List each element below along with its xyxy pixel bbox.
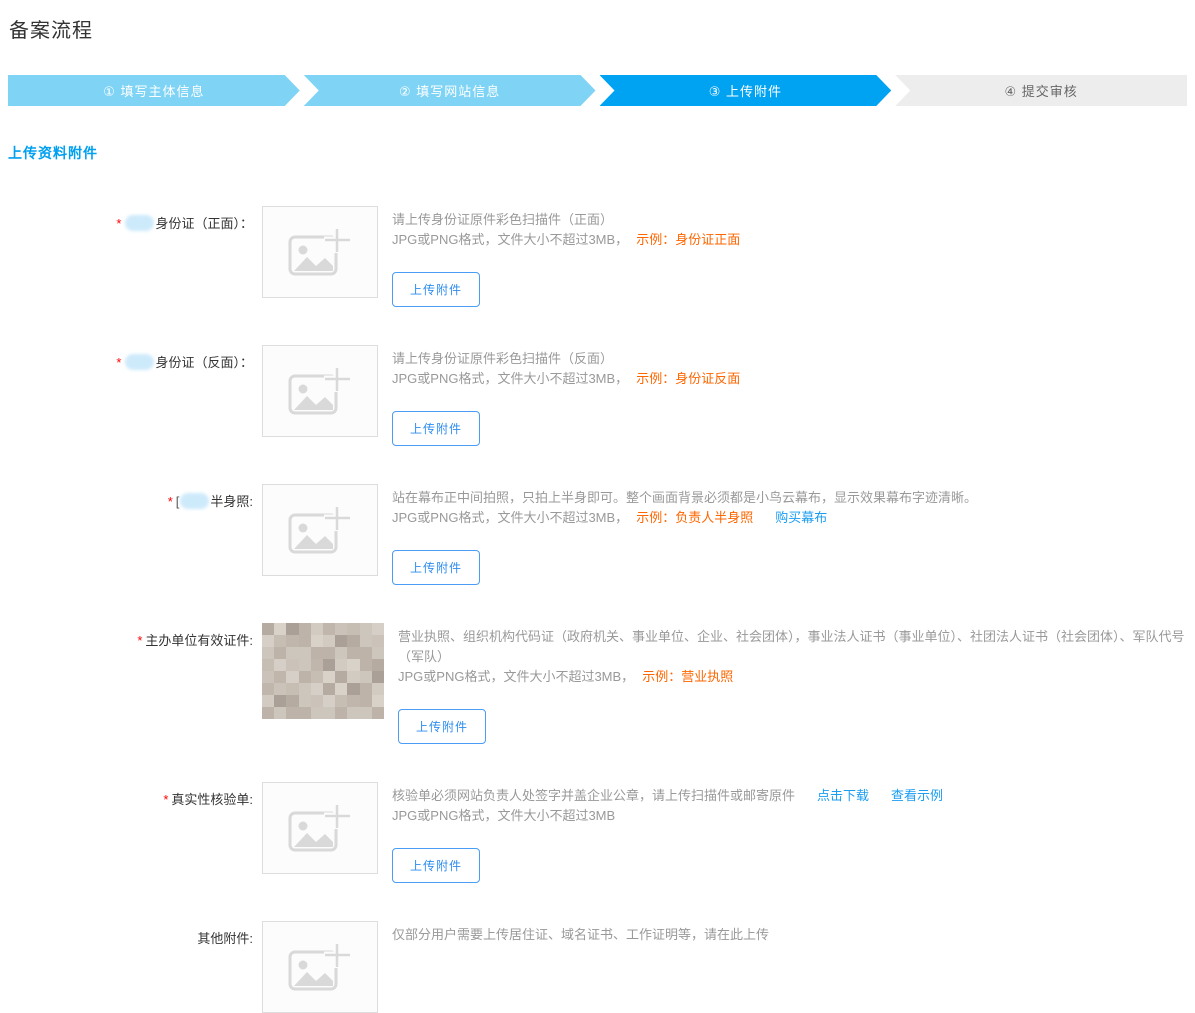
field-description: 请上传身份证原件彩色扫描件（正面） JPG或PNG格式，文件大小不超过3MB，示… xyxy=(392,206,740,307)
required-star: * xyxy=(137,633,142,648)
desc-line1: 核验单必须网站负责人处签字并盖企业公章，请上传扫描件或邮寄原件点击下载查看示例 xyxy=(392,786,943,806)
required-star: * xyxy=(116,355,121,370)
field-label: 主办单位有效证件: xyxy=(145,633,253,648)
redacted-name-blob xyxy=(180,493,209,509)
field-description: 请上传身份证原件彩色扫描件（反面） JPG或PNG格式，文件大小不超过3MB，示… xyxy=(392,345,740,446)
desc-line2: JPG或PNG格式，文件大小不超过3MB xyxy=(392,806,943,826)
image-plus-icon xyxy=(288,505,352,555)
upload-row: * 身份证（正面）： 请上传身份证原件彩色扫描件（正面） JPG或PNG格式，文件… xyxy=(0,206,1195,307)
upload-rows: * 身份证（正面）： 请上传身份证原件彩色扫描件（正面） JPG或PNG格式，文件… xyxy=(0,206,1195,1013)
desc-line2: JPG或PNG格式，文件大小不超过3MB，示例：负责人半身照购买幕布 xyxy=(392,508,977,528)
example-link[interactable]: 示例：身份证正面 xyxy=(636,232,740,247)
image-plus-icon xyxy=(288,803,352,853)
desc-line1: 请上传身份证原件彩色扫描件（正面） xyxy=(392,210,740,230)
field-description: 核验单必须网站负责人处签字并盖企业公章，请上传扫描件或邮寄原件点击下载查看示例 … xyxy=(392,782,943,883)
upload-row: *其他附件: 仅部分用户需要上传居住证、域名证书、工作证明等，请在此上传 xyxy=(0,921,1195,1013)
required-star: * xyxy=(168,494,173,509)
upload-row: *真实性核验单: 核验单必须网站负责人处签字并盖企业公章，请上传扫描件或邮寄原件… xyxy=(0,782,1195,883)
uploaded-document-preview xyxy=(262,623,384,719)
upload-button[interactable]: 上传附件 xyxy=(392,272,480,307)
upload-dropzone[interactable] xyxy=(262,782,378,874)
desc-line2: JPG或PNG格式，文件大小不超过3MB，示例：身份证反面 xyxy=(392,369,740,389)
image-plus-icon xyxy=(288,942,352,992)
field-description: 仅部分用户需要上传居住证、域名证书、工作证明等，请在此上传 xyxy=(392,921,769,945)
upload-dropzone[interactable] xyxy=(262,345,378,437)
icp-filing-page: { "page_title": "备案流程", "section_title":… xyxy=(0,14,1195,889)
field-label-wrap: *其他附件: xyxy=(0,921,253,947)
desc-line1: 营业执照、组织机构代码证（政府机关、事业单位、企业、社会团体），事业法人证书（事… xyxy=(398,627,1195,667)
field-label-wrap: *真实性核验单: xyxy=(0,782,253,808)
upload-button[interactable]: 上传附件 xyxy=(398,709,486,744)
field-description: 站在幕布正中间拍照，只拍上半身即可。整个画面背景必须都是小鸟云幕布，显示效果幕布… xyxy=(392,484,977,585)
upload-button[interactable]: 上传附件 xyxy=(392,848,480,883)
upload-dropzone[interactable] xyxy=(262,484,378,576)
upload-row: *主办单位有效证件: 营业执照、组织机构代码证（政府机关、事业单位、企业、社会团… xyxy=(0,623,1195,744)
upload-button[interactable]: 上传附件 xyxy=(392,550,480,585)
upload-row: * 身份证（反面）： 请上传身份证原件彩色扫描件（反面） JPG或PNG格式，文件… xyxy=(0,345,1195,446)
wizard-step-1: ① 填写主体信息 xyxy=(8,75,300,106)
desc-line1: 站在幕布正中间拍照，只拍上半身即可。整个画面背景必须都是小鸟云幕布，显示效果幕布… xyxy=(392,488,977,508)
field-label: 身份证（正面）： xyxy=(155,216,253,231)
upload-button[interactable]: 上传附件 xyxy=(392,411,480,446)
redacted-name-blob xyxy=(125,354,154,370)
upload-dropzone[interactable] xyxy=(262,206,378,298)
example-link[interactable]: 示例：负责人半身照 xyxy=(636,510,753,525)
field-label: 半身照: xyxy=(210,494,253,509)
section-title: 上传资料附件 xyxy=(8,143,1195,163)
text-link[interactable]: 点击下载 xyxy=(817,788,869,803)
wizard-step-2: ② 填写网站信息 xyxy=(304,75,596,106)
field-label-wrap: * 身份证（反面）： xyxy=(0,345,253,371)
required-star: * xyxy=(116,216,121,231)
example-link[interactable]: 示例：身份证反面 xyxy=(636,371,740,386)
desc-line1: 仅部分用户需要上传居住证、域名证书、工作证明等，请在此上传 xyxy=(392,925,769,945)
upload-dropzone[interactable] xyxy=(262,921,378,1013)
field-label: 其他附件: xyxy=(197,931,253,946)
desc-line2: JPG或PNG格式，文件大小不超过3MB，示例：身份证正面 xyxy=(392,230,740,250)
text-link[interactable]: 查看示例 xyxy=(891,788,943,803)
field-label-wrap: *主办单位有效证件: xyxy=(0,623,253,649)
label-prefix: [ xyxy=(176,494,180,509)
image-plus-icon xyxy=(288,227,352,277)
image-plus-icon xyxy=(288,366,352,416)
required-star: * xyxy=(163,792,168,807)
field-label: 身份证（反面）： xyxy=(155,355,253,370)
field-label-wrap: *[ 半身照: xyxy=(0,484,253,510)
step-bar: ① 填写主体信息② 填写网站信息③ 上传附件④ 提交审核 xyxy=(8,75,1187,106)
desc-line1: 请上传身份证原件彩色扫描件（反面） xyxy=(392,349,740,369)
wizard-step-4: ④ 提交审核 xyxy=(895,75,1187,106)
page-title: 备案流程 xyxy=(9,14,1195,43)
field-label-wrap: * 身份证（正面）： xyxy=(0,206,253,232)
upload-row: *[ 半身照: 站在幕布正中间拍照，只拍上半身即可。整个画面背景必须都是小鸟云幕布… xyxy=(0,484,1195,585)
example-link[interactable]: 示例：营业执照 xyxy=(642,669,733,684)
field-label: 真实性核验单: xyxy=(171,792,253,807)
wizard-step-3: ③ 上传附件 xyxy=(600,75,892,106)
field-description: 营业执照、组织机构代码证（政府机关、事业单位、企业、社会团体），事业法人证书（事… xyxy=(398,623,1195,744)
text-link[interactable]: 购买幕布 xyxy=(775,510,827,525)
redacted-name-blob xyxy=(125,215,154,231)
desc-line2: JPG或PNG格式，文件大小不超过3MB，示例：营业执照 xyxy=(398,667,1195,687)
